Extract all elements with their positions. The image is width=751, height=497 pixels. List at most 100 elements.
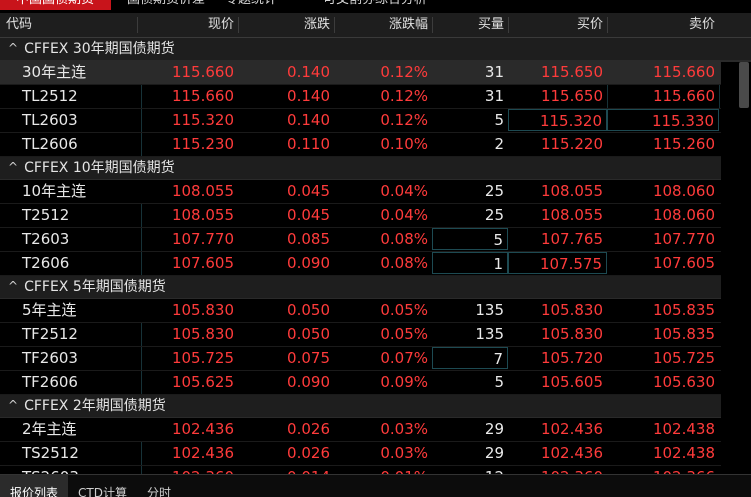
contract-name: 2年主连 (22, 420, 77, 438)
bid-cell: 105.605 (540, 373, 603, 391)
price-cell: 105.725 (171, 349, 234, 367)
contract-name: 5年主连 (22, 301, 77, 319)
change-pct-cell: 0.09% (380, 373, 428, 391)
tab-intraday[interactable]: 分时 (137, 475, 181, 497)
bid-cell: 107.765 (540, 230, 603, 248)
collapse-caret-icon[interactable]: ^ (8, 275, 18, 298)
table-row[interactable]: TS2512 102.436 0.026 0.03% 29 102.436 10… (0, 442, 751, 466)
ask-cell: 108.060 (652, 182, 715, 200)
group-title: CFFEX 10年期国债期货 (24, 160, 175, 176)
table-row[interactable]: 5年主连 105.830 0.050 0.05% 135 105.830 105… (0, 299, 751, 323)
table-row[interactable]: TL2512 115.660 0.140 0.12% 31 115.650 11… (0, 85, 751, 109)
table-row[interactable]: TF2603 105.725 0.075 0.07% 7 105.720 105… (0, 347, 751, 371)
bid-cell: 115.320 (508, 109, 607, 131)
price-cell: 115.660 (171, 63, 234, 81)
collapse-caret-icon[interactable]: ^ (8, 156, 18, 179)
change-pct-cell: 0.03% (380, 444, 428, 462)
bid-volume-cell: 2 (494, 135, 504, 153)
column-header-bid-volume[interactable]: 买量 (432, 13, 508, 37)
collapse-caret-icon[interactable]: ^ (8, 37, 18, 60)
change-pct-cell: 0.10% (380, 135, 428, 153)
change-pct-cell: 0.12% (380, 63, 428, 81)
vertical-scrollbar[interactable] (721, 62, 751, 467)
table-row[interactable]: T2603 107.770 0.085 0.08% 5 107.765 107.… (0, 228, 751, 252)
group-title: CFFEX 30年期国债期货 (24, 41, 175, 57)
table-row[interactable]: TL2603 115.320 0.140 0.12% 5 115.320 115… (0, 109, 751, 133)
change-pct-cell: 0.08% (380, 254, 428, 272)
ask-cell: 115.260 (652, 135, 715, 153)
bid-volume-cell: 5 (432, 228, 508, 250)
tab-ctd-calc[interactable]: CTD计算 (68, 475, 137, 497)
contract-name: TL2603 (22, 111, 78, 129)
column-header-ask[interactable]: 卖价 (607, 13, 719, 37)
contract-name: T2606 (22, 254, 70, 272)
change-cell: 0.045 (287, 182, 330, 200)
ask-cell: 115.330 (607, 109, 719, 131)
table-header: 代码 现价 涨跌 涨跌幅 买量 买价 卖价 (0, 13, 751, 38)
group-header-10y[interactable]: ^ CFFEX 10年期国债期货 (0, 157, 751, 180)
table-row[interactable]: 10年主连 108.055 0.045 0.04% 25 108.055 108… (0, 180, 751, 204)
bid-cell: 108.055 (540, 182, 603, 200)
bid-volume-cell: 25 (484, 182, 504, 200)
contract-name: T2603 (22, 230, 70, 248)
price-cell: 115.320 (171, 111, 234, 129)
ask-cell: 108.060 (652, 206, 715, 224)
change-cell: 0.090 (287, 373, 330, 391)
group-header-30y[interactable]: ^ CFFEX 30年期国债期货 (0, 38, 751, 61)
table-row[interactable]: TF2512 105.830 0.050 0.05% 135 105.830 1… (0, 323, 751, 347)
bid-volume-cell: 29 (484, 420, 504, 438)
column-header-price[interactable]: 现价 (137, 13, 238, 37)
ask-cell: 107.770 (652, 230, 715, 248)
table-row[interactable]: T2512 108.055 0.045 0.04% 25 108.055 108… (0, 204, 751, 228)
collapse-caret-icon[interactable]: ^ (8, 394, 18, 417)
scrollbar-thumb[interactable] (739, 62, 749, 108)
column-header-bid[interactable]: 买价 (508, 13, 607, 37)
tab-cn-bond-futures[interactable]: 中国国债期货 (0, 0, 111, 10)
change-cell: 0.085 (287, 230, 330, 248)
group-header-2y[interactable]: ^ CFFEX 2年期国债期货 (0, 395, 751, 418)
change-cell: 0.090 (287, 254, 330, 272)
table-row[interactable]: TF2606 105.625 0.090 0.09% 5 105.605 105… (0, 371, 751, 395)
bid-volume-cell: 29 (484, 444, 504, 462)
change-cell: 0.110 (287, 135, 330, 153)
column-header-change[interactable]: 涨跌 (238, 13, 334, 37)
column-header-change-pct[interactable]: 涨跌幅 (334, 13, 432, 37)
price-cell: 115.230 (171, 135, 234, 153)
bid-volume-cell: 31 (484, 63, 504, 81)
column-header-code[interactable]: 代码 (6, 13, 126, 37)
cell-divider (719, 85, 720, 108)
tab-deliverable-analysis[interactable]: 可交割券综合分析 (309, 0, 469, 10)
table-row[interactable]: TL2606 115.230 0.110 0.10% 2 115.220 115… (0, 133, 751, 157)
bottom-tab-bar: 报价列表 CTD计算 分时 (0, 474, 751, 497)
change-cell: 0.026 (287, 444, 330, 462)
tab-bond-futures-spread[interactable]: 国债期货价差 (111, 0, 211, 10)
bid-cell: 108.055 (540, 206, 603, 224)
contract-name: T2512 (22, 206, 70, 224)
ask-cell: 115.660 (652, 63, 715, 81)
group-header-5y[interactable]: ^ CFFEX 5年期国债期货 (0, 276, 751, 299)
bid-volume-cell: 135 (475, 325, 504, 343)
tab-statistics[interactable]: 专题统计 (211, 0, 309, 10)
bid-cell: 107.575 (508, 252, 607, 274)
contract-name: TL2606 (22, 135, 78, 153)
bid-volume-cell: 31 (484, 87, 504, 105)
table-row[interactable]: 30年主连 115.660 0.140 0.12% 31 115.650 115… (0, 61, 751, 85)
change-pct-cell: 0.12% (380, 111, 428, 129)
price-cell: 102.436 (171, 444, 234, 462)
price-cell: 105.830 (171, 325, 234, 343)
group-title: CFFEX 2年期国债期货 (24, 398, 166, 414)
change-cell: 0.045 (287, 206, 330, 224)
ask-cell: 102.438 (652, 444, 715, 462)
price-cell: 107.605 (171, 254, 234, 272)
contract-name: TL2512 (22, 87, 78, 105)
bid-cell: 115.650 (540, 87, 603, 105)
contract-name: TS2512 (22, 444, 79, 462)
bid-cell: 115.650 (540, 63, 603, 81)
change-pct-cell: 0.04% (380, 182, 428, 200)
tab-quote-list[interactable]: 报价列表 (0, 475, 69, 497)
bid-cell: 105.830 (540, 325, 603, 343)
table-row[interactable]: 2年主连 102.436 0.026 0.03% 29 102.436 102.… (0, 418, 751, 442)
change-pct-cell: 0.08% (380, 230, 428, 248)
bid-volume-cell: 7 (432, 347, 508, 369)
table-row[interactable]: T2606 107.605 0.090 0.08% 1 107.575 107.… (0, 252, 751, 276)
